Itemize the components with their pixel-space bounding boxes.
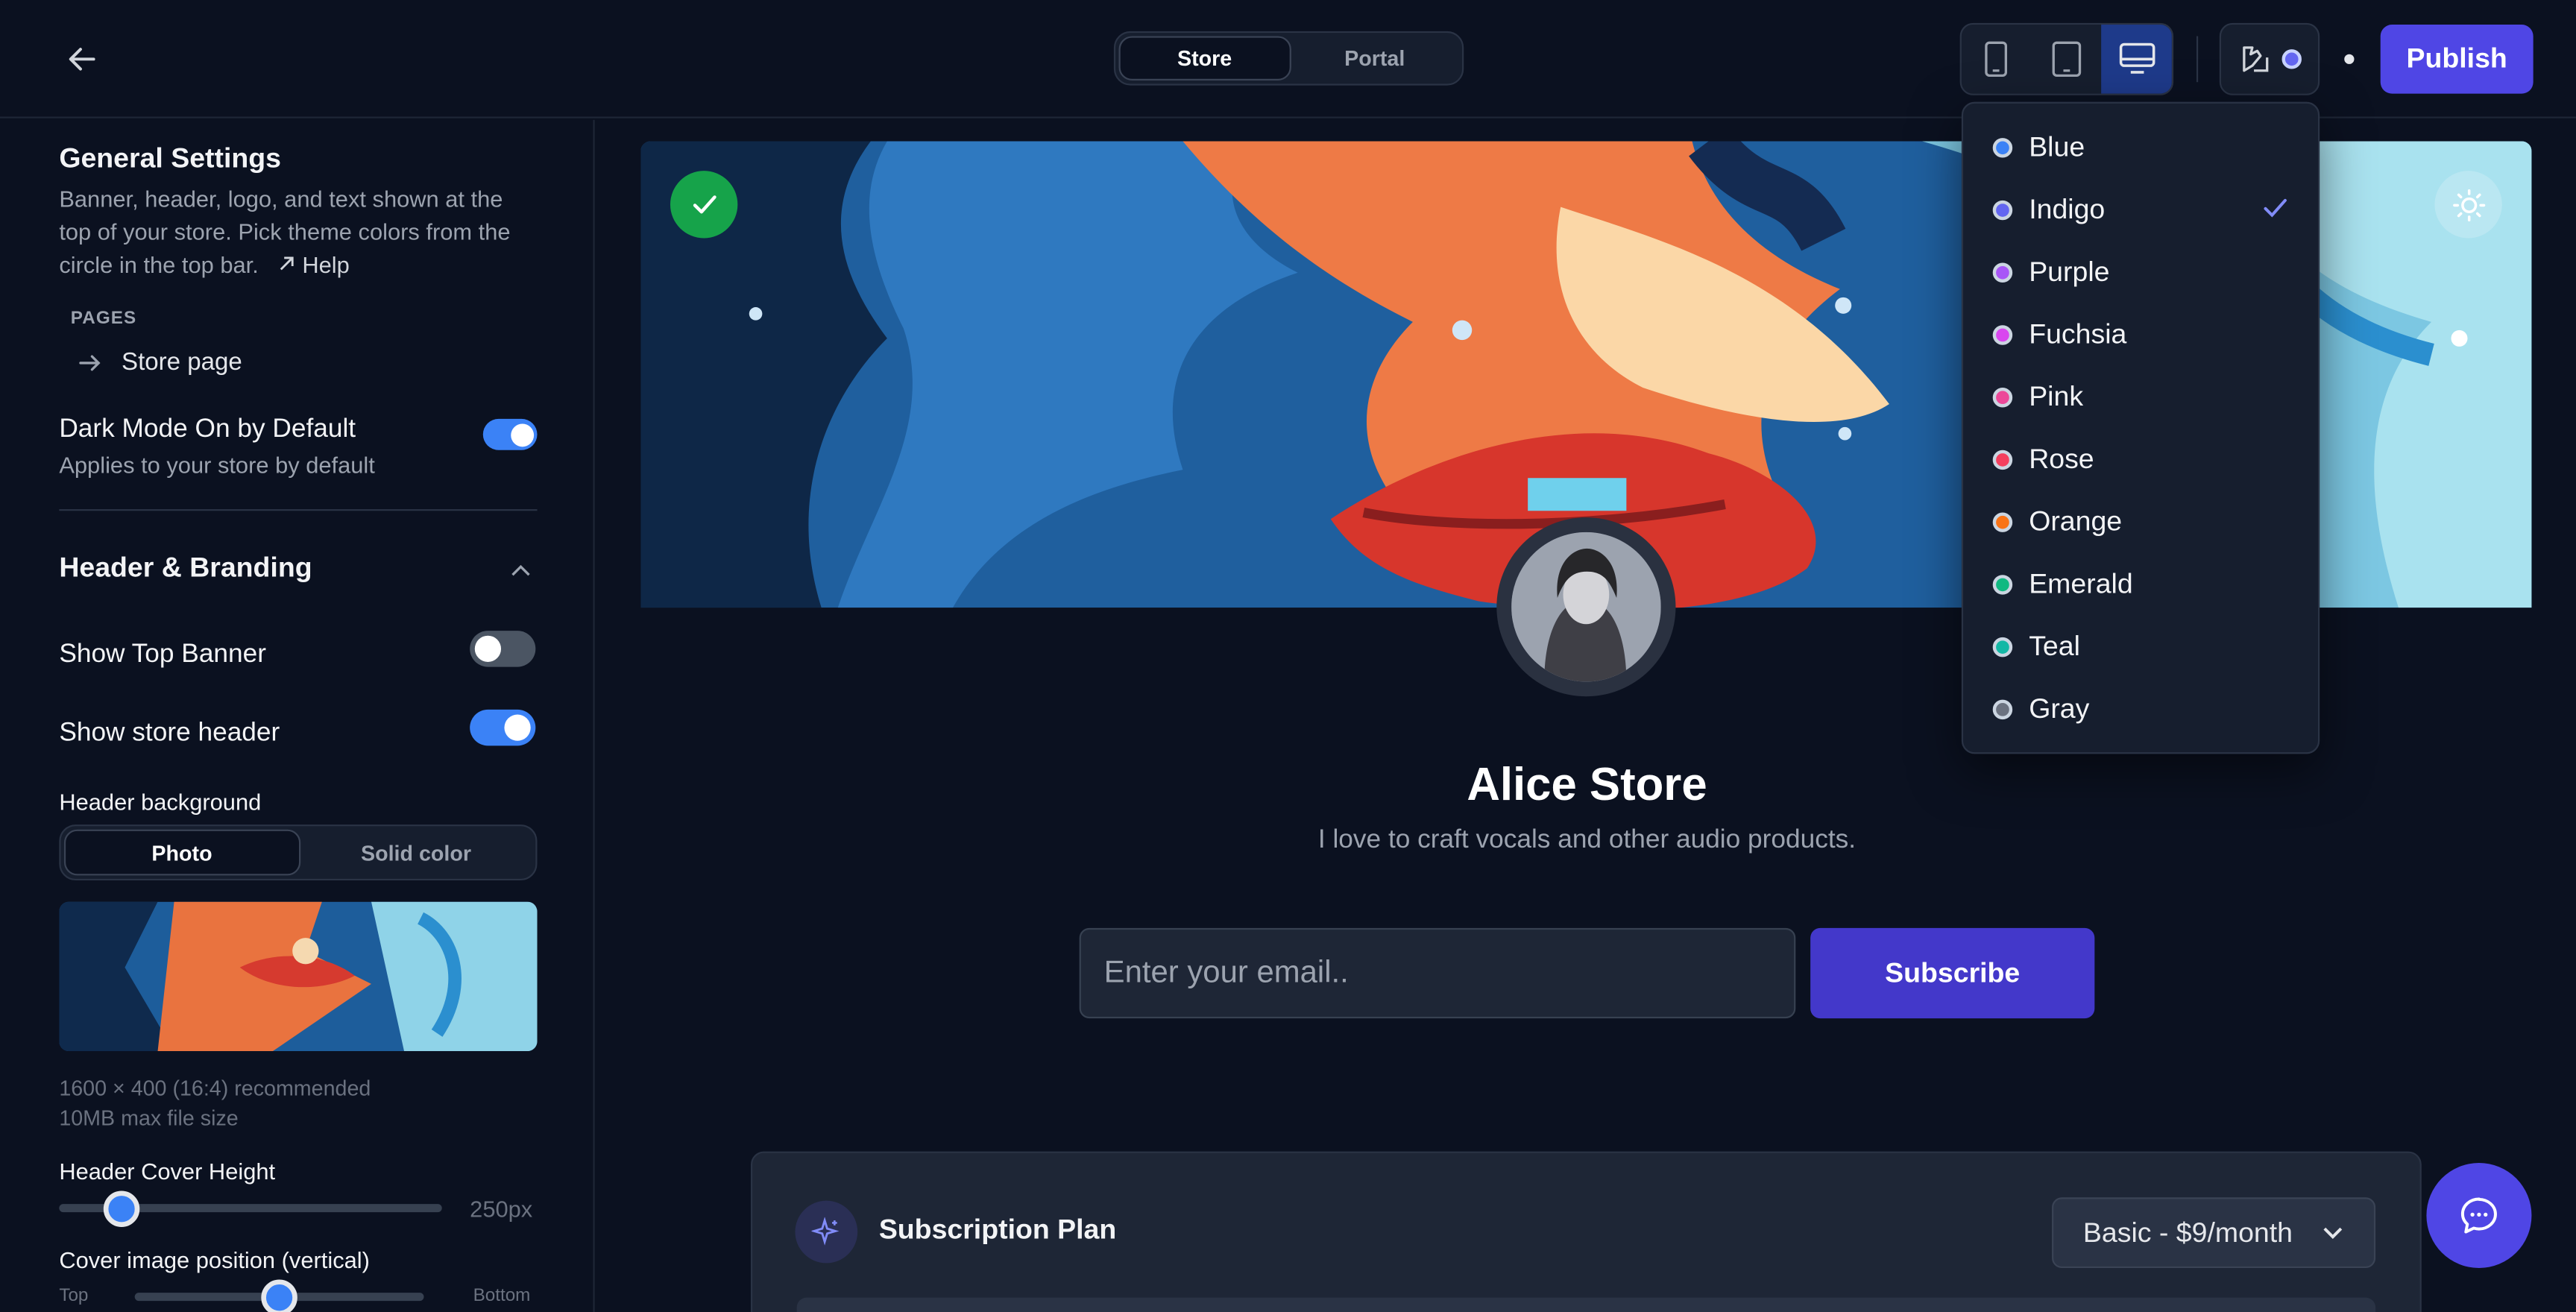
- tab-portal[interactable]: Portal: [1291, 36, 1459, 80]
- settings-sidebar: General Settings Banner, header, logo, a…: [0, 119, 595, 1312]
- show-store-header-label: Show store header: [59, 719, 280, 748]
- theme-option-blue[interactable]: Blue: [1963, 119, 2318, 177]
- color-swatch-icon: [1992, 262, 2013, 283]
- desktop-preview-button[interactable]: [2101, 25, 2172, 94]
- header-background-label: Header background: [59, 788, 262, 815]
- theme-color-button[interactable]: [2219, 22, 2320, 95]
- unsaved-indicator-dot: [2344, 54, 2355, 64]
- color-swatch-icon: [1992, 699, 2013, 720]
- theme-option-label: Teal: [2029, 631, 2080, 662]
- checkmark-icon: [2264, 198, 2287, 218]
- theme-option-rose[interactable]: Rose: [1963, 430, 2318, 489]
- theme-option-label: Emerald: [2029, 568, 2133, 600]
- header-background-switch: Photo Solid color: [59, 824, 538, 881]
- theme-option-label: Purple: [2029, 256, 2110, 288]
- phone-icon: [1985, 41, 2008, 78]
- tablet-icon: [2052, 41, 2082, 78]
- theme-option-label: Blue: [2029, 131, 2085, 163]
- image-max-size-hint: 10MB max file size: [59, 1105, 239, 1130]
- store-page-link[interactable]: Store page: [79, 348, 242, 376]
- dark-mode-toggle[interactable]: [482, 418, 538, 450]
- theme-option-emerald[interactable]: Emerald: [1963, 555, 2318, 614]
- bg-option-solid-color[interactable]: Solid color: [300, 830, 532, 876]
- theme-option-label: Pink: [2029, 381, 2084, 413]
- cover-position-label: Cover image position (vertical): [59, 1246, 370, 1273]
- store-bio: I love to craft vocals and other audio p…: [1317, 826, 1857, 854]
- theme-option-teal[interactable]: Teal: [1963, 617, 2318, 676]
- show-top-banner-toggle[interactable]: [470, 631, 536, 667]
- header-image-thumbnail[interactable]: [59, 901, 538, 1052]
- subscription-plan-title: Subscription Plan: [878, 1214, 1117, 1246]
- theme-option-label: Fuchsia: [2029, 318, 2127, 350]
- section-divider: [59, 509, 538, 511]
- cover-position-slider-handle[interactable]: [261, 1279, 297, 1312]
- device-preview-switch: [1959, 22, 2174, 95]
- position-bottom-label: Bottom: [473, 1286, 531, 1306]
- cover-height-slider-handle[interactable]: [103, 1190, 140, 1227]
- show-top-banner-label: Show Top Banner: [59, 640, 266, 669]
- store-name: Alice Store: [1467, 758, 1707, 810]
- mobile-preview-button[interactable]: [1962, 25, 2032, 94]
- desktop-icon: [2119, 42, 2155, 74]
- theme-option-label: Orange: [2029, 505, 2123, 537]
- tab-store[interactable]: Store: [1118, 36, 1291, 81]
- palette-icon: [2242, 46, 2268, 72]
- color-swatch-icon: [1992, 325, 2013, 345]
- arrow-right-icon: [79, 354, 101, 370]
- theme-option-label: Gray: [2029, 693, 2090, 725]
- plan-select-value: Basic - $9/month: [2082, 1216, 2293, 1248]
- check-icon[interactable]: [670, 171, 738, 239]
- image-size-hint: 1600 × 400 (16:4) recommended: [59, 1076, 371, 1101]
- color-swatch-icon: [1992, 450, 2013, 470]
- theme-color-dot: [2281, 49, 2301, 69]
- theme-option-purple[interactable]: Purple: [1963, 243, 2318, 302]
- general-settings-description: Banner, header, logo, and text shown at …: [59, 183, 538, 281]
- back-arrow-icon[interactable]: [63, 40, 102, 79]
- general-settings-title: General Settings: [59, 142, 282, 174]
- publish-button[interactable]: Publish: [2380, 25, 2534, 94]
- toolbar-divider: [2196, 36, 2199, 83]
- theme-option-fuchsia[interactable]: Fuchsia: [1963, 306, 2318, 365]
- header-branding-title: Header & Branding: [59, 552, 312, 584]
- cover-height-value: 250px: [470, 1196, 533, 1223]
- dark-mode-label: Dark Mode On by Default: [59, 415, 356, 444]
- color-swatch-icon: [1992, 512, 2013, 532]
- store-page-label: Store page: [122, 348, 242, 376]
- theme-color-dropdown: Blue Indigo Purple Fuchsia Pink Rose Ora…: [1961, 101, 2320, 754]
- theme-option-pink[interactable]: Pink: [1963, 368, 2318, 427]
- help-label: Help: [302, 251, 350, 278]
- mode-switch: Store Portal: [1113, 31, 1464, 86]
- color-swatch-icon: [1992, 637, 2013, 657]
- theme-option-orange[interactable]: Orange: [1963, 493, 2318, 552]
- chevron-down-icon: [2323, 1226, 2343, 1238]
- collapse-chevron-up-icon[interactable]: [509, 557, 532, 587]
- plan-select[interactable]: Basic - $9/month: [2052, 1197, 2376, 1269]
- subscribe-button[interactable]: Subscribe: [1810, 927, 2095, 1019]
- color-swatch-icon: [1992, 200, 2013, 221]
- theme-option-label: Indigo: [2029, 194, 2106, 225]
- top-bar: Store Portal Publish: [0, 0, 2576, 119]
- theme-option-indigo[interactable]: Indigo: [1963, 180, 2318, 239]
- color-swatch-icon: [1992, 138, 2013, 158]
- cover-height-label: Header Cover Height: [59, 1158, 276, 1185]
- external-arrow-icon: [280, 256, 294, 271]
- color-swatch-icon: [1992, 388, 2013, 408]
- show-store-header-toggle[interactable]: [470, 709, 536, 746]
- email-input[interactable]: [1079, 927, 1796, 1019]
- theme-option-gray[interactable]: Gray: [1963, 680, 2318, 739]
- sun-icon[interactable]: [2434, 171, 2502, 239]
- position-top-label: Top: [59, 1286, 89, 1306]
- plan-details-panel: [796, 1297, 2376, 1312]
- bg-option-photo[interactable]: Photo: [63, 829, 300, 876]
- tablet-preview-button[interactable]: [2032, 25, 2102, 94]
- chat-icon[interactable]: [2426, 1163, 2532, 1269]
- sparkle-icon: [795, 1200, 858, 1264]
- theme-option-label: Rose: [2029, 443, 2094, 475]
- pages-section-label: PAGES: [70, 309, 137, 329]
- avatar[interactable]: [1511, 532, 1661, 682]
- color-swatch-icon: [1992, 575, 2013, 595]
- dark-mode-sub: Applies to your store by default: [59, 451, 375, 479]
- help-link[interactable]: Help: [265, 251, 350, 278]
